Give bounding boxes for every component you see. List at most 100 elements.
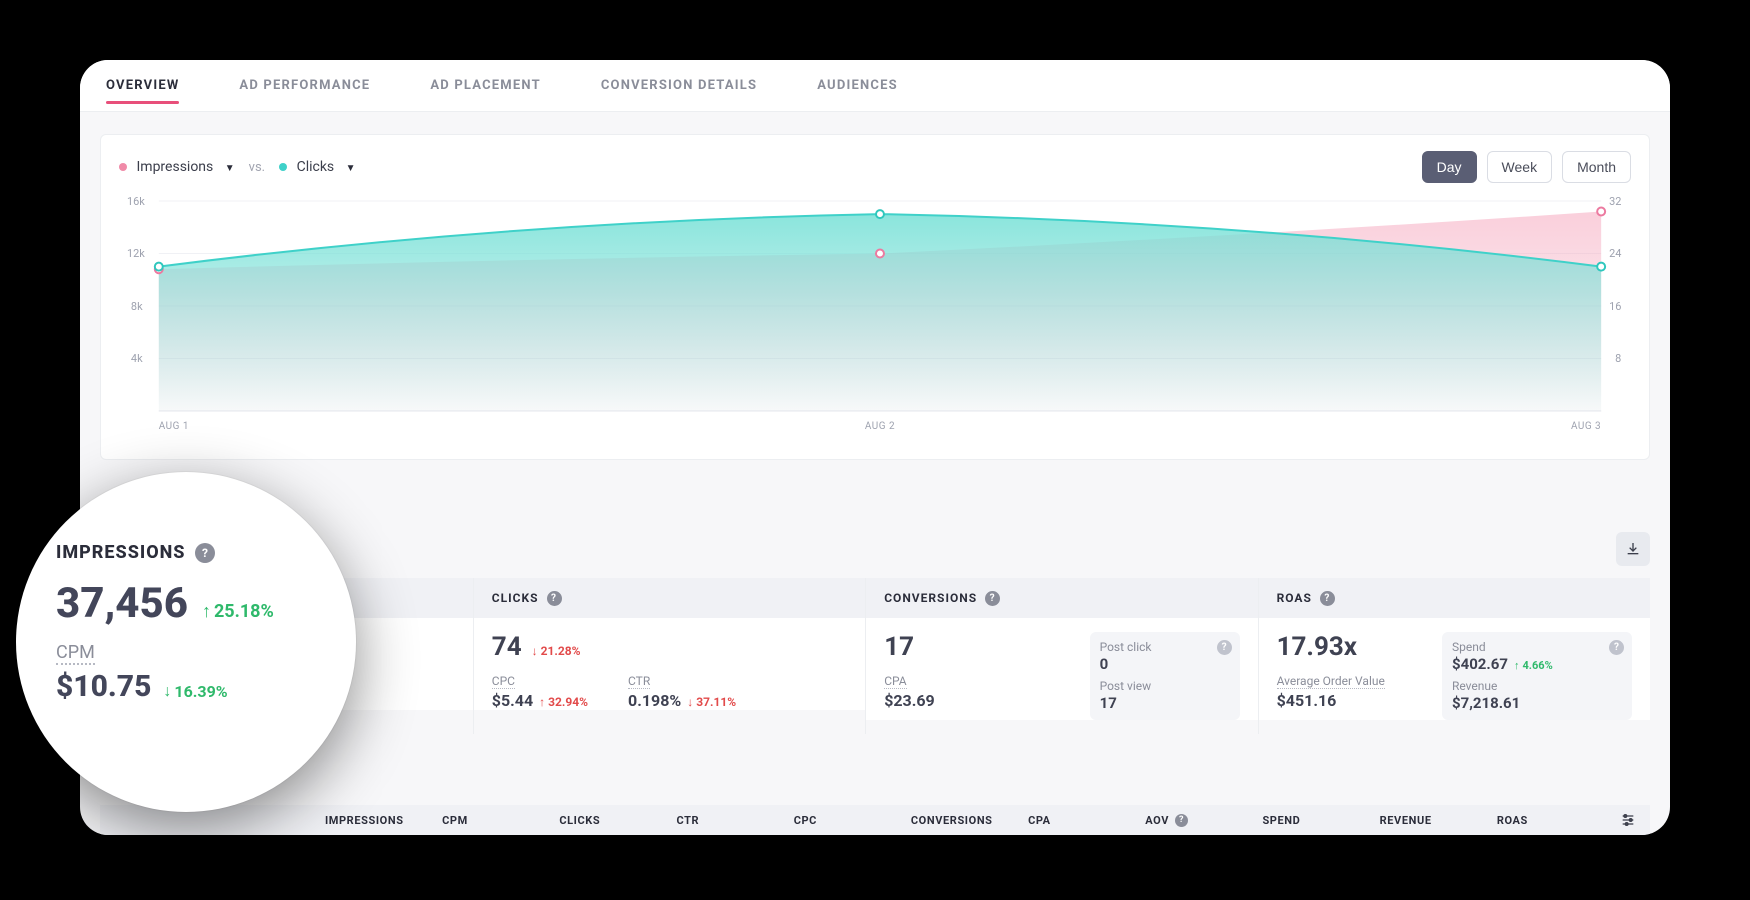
revenue-label: Revenue	[1452, 679, 1622, 693]
series-a-label: Impressions	[136, 159, 213, 175]
post-click-value: 0	[1100, 655, 1109, 673]
series-b-label: Clicks	[297, 159, 335, 175]
tab-audiences[interactable]: AUDIENCES	[817, 60, 898, 112]
ytick-left: 4k	[131, 352, 143, 365]
series-a-color-dot	[119, 163, 127, 171]
ytick-right: 16	[1609, 300, 1621, 313]
kpi-roas: ROAS ? 17.93x Average Order Value $451.1…	[1258, 578, 1650, 734]
chevron-down-icon: ▼	[225, 163, 235, 174]
kpi-conversions-title: CONVERSIONS	[884, 591, 977, 605]
th-roas[interactable]: ROAS	[1497, 814, 1614, 827]
post-view-value: 17	[1100, 694, 1117, 712]
zoom-impressions-value: 37,456	[56, 579, 188, 628]
series-a-dropdown[interactable]: Impressions ▼	[119, 159, 235, 175]
help-icon[interactable]: ?	[1175, 814, 1188, 827]
area-clicks	[159, 214, 1601, 411]
th-conversions[interactable]: CONVERSIONS	[911, 814, 1028, 827]
post-click-label: Post click	[1100, 640, 1230, 654]
spend-delta: ↑4.66%	[1514, 659, 1553, 672]
th-cpm[interactable]: CPM	[442, 814, 559, 827]
table-header: IMPRESSIONS CPM CLICKS CTR CPC CONVERSIO…	[100, 805, 1650, 835]
help-icon[interactable]: ?	[195, 543, 215, 563]
series-picker: Impressions ▼ vs. Clicks ▼	[119, 159, 356, 175]
zoom-magnifier: IMPRESSIONS ? 37,456 ↑ 25.18% CPM $10.75…	[16, 472, 356, 812]
th-impressions[interactable]: IMPRESSIONS	[325, 814, 442, 827]
point-clicks	[876, 210, 884, 218]
th-revenue[interactable]: REVENUE	[1380, 814, 1497, 827]
sliders-icon	[1620, 812, 1636, 828]
kpi-cpa-label: CPA	[884, 674, 906, 689]
chevron-down-icon: ▼	[346, 163, 356, 174]
kpi-ctr-value: 0.198%	[628, 691, 681, 710]
th-ctr[interactable]: CTR	[677, 814, 794, 827]
tab-conversion-details[interactable]: CONVERSION DETAILS	[601, 60, 757, 112]
zoom-impressions-title: IMPRESSIONS	[56, 542, 185, 563]
chart-svg: 16k 12k 8k 4k 32 24 16 8	[119, 191, 1631, 451]
th-cpc[interactable]: CPC	[794, 814, 911, 827]
th-cpa[interactable]: CPA	[1028, 814, 1145, 827]
kpi-ctr-label: CTR	[628, 674, 650, 689]
kpi-clicks-title: CLICKS	[492, 591, 539, 605]
kpi-clicks: CLICKS ? 74 ↓21.28% CPC $5.4	[473, 578, 865, 734]
granularity-day[interactable]: Day	[1422, 151, 1477, 183]
help-icon[interactable]: ?	[547, 591, 562, 606]
kpi-cpc-delta: ↑32.94%	[539, 695, 588, 709]
th-spend[interactable]: SPEND	[1262, 814, 1379, 827]
ytick-left: 8k	[131, 300, 143, 313]
kpi-cpa-value: $23.69	[884, 691, 935, 710]
zoom-impressions-delta: ↑ 25.18%	[202, 601, 274, 622]
series-b-color-dot	[279, 163, 287, 171]
point-impressions	[1597, 208, 1605, 216]
download-icon	[1625, 541, 1641, 557]
help-icon[interactable]: ?	[1609, 640, 1624, 655]
zoom-cpm-label: CPM	[56, 642, 95, 665]
kpi-clicks-value: 74	[492, 632, 522, 662]
help-icon[interactable]: ?	[985, 591, 1000, 606]
ytick-left: 12k	[127, 247, 145, 260]
kpi-cpc-value: $5.44	[492, 691, 533, 710]
granularity-month[interactable]: Month	[1562, 151, 1631, 183]
kpi-conversions-value: 17	[884, 632, 914, 662]
xtick: AUG 3	[1571, 421, 1601, 432]
point-clicks	[1597, 263, 1605, 271]
point-impressions	[876, 250, 884, 258]
post-view-label: Post view	[1100, 679, 1230, 693]
granularity-week[interactable]: Week	[1487, 151, 1553, 183]
help-icon[interactable]: ?	[1217, 640, 1232, 655]
kpi-clicks-delta: ↓21.28%	[532, 644, 581, 658]
th-aov[interactable]: AOV?	[1145, 814, 1262, 827]
granularity-toggle: Day Week Month	[1422, 151, 1631, 183]
ytick-right: 24	[1609, 247, 1621, 260]
tab-ad-placement[interactable]: AD PLACEMENT	[430, 60, 541, 112]
help-icon[interactable]: ?	[1320, 591, 1335, 606]
chart-card: Impressions ▼ vs. Clicks ▼ Day Week Mont…	[100, 134, 1650, 460]
tab-overview[interactable]: OVERVIEW	[106, 60, 179, 112]
spend-label: Spend	[1452, 640, 1622, 654]
th-clicks[interactable]: CLICKS	[559, 814, 676, 827]
kpi-aov-label: Average Order Value	[1277, 674, 1385, 689]
chart-plot: 16k 12k 8k 4k 32 24 16 8	[119, 191, 1631, 451]
kpi-roas-value: 17.93x	[1277, 632, 1357, 662]
tabs-bar: OVERVIEW AD PERFORMANCE AD PLACEMENT CON…	[80, 60, 1670, 112]
xtick: AUG 2	[865, 421, 895, 432]
kpi-roas-title: ROAS	[1277, 591, 1312, 605]
revenue-value: $7,218.61	[1452, 694, 1520, 712]
series-b-dropdown[interactable]: Clicks ▼	[279, 159, 355, 175]
xtick: AUG 1	[159, 421, 189, 432]
table-settings-button[interactable]	[1614, 812, 1636, 828]
kpi-conversions: CONVERSIONS ? 17 CPA $23.69	[865, 578, 1257, 734]
kpi-aov-value: $451.16	[1277, 691, 1337, 710]
kpi-conversions-breakdown: ? Post click 0 Post view 17	[1090, 632, 1240, 720]
ytick-right: 8	[1615, 352, 1621, 365]
spend-value: $402.67	[1452, 655, 1508, 673]
series-vs-label: vs.	[249, 160, 265, 175]
tab-ad-performance[interactable]: AD PERFORMANCE	[239, 60, 370, 112]
point-clicks	[155, 263, 163, 271]
export-button[interactable]	[1616, 532, 1650, 566]
ytick-left: 16k	[127, 195, 145, 208]
kpi-ctr-delta: ↓37.11%	[687, 695, 736, 709]
zoom-cpm-value: $10.75	[56, 669, 151, 704]
kpi-cpc-label: CPC	[492, 674, 515, 689]
zoom-cpm-delta: ↓ 16.39%	[163, 681, 227, 701]
kpi-roas-breakdown: ? Spend $402.67 ↑4.66% Revenue $7,218.61	[1442, 632, 1632, 720]
